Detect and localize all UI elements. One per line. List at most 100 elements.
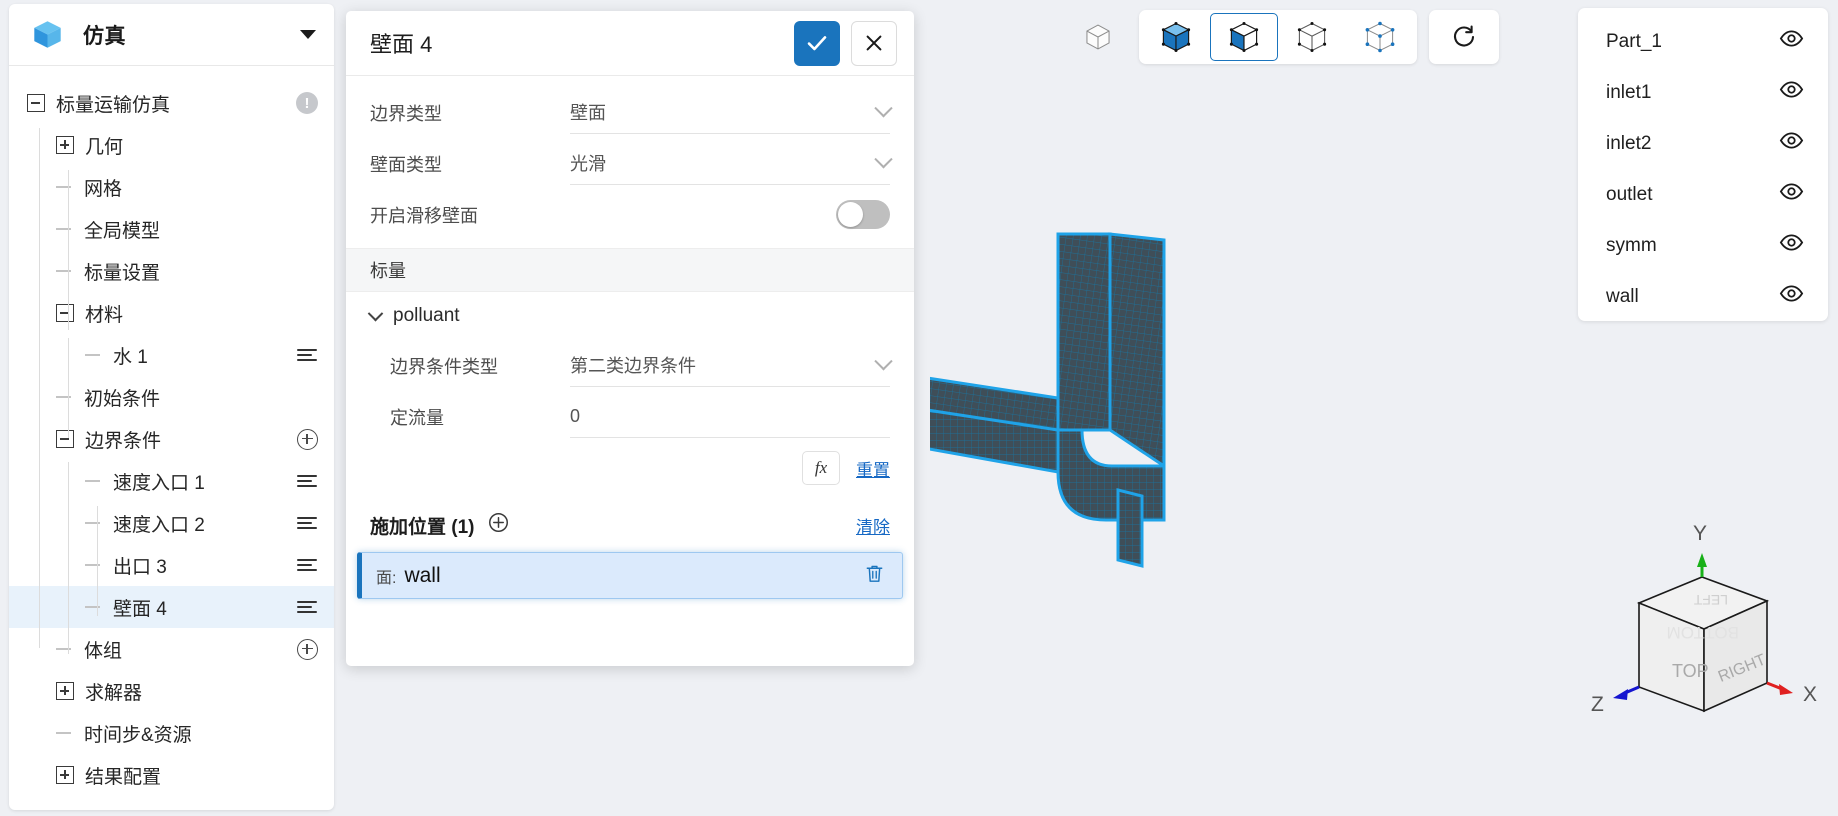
tree-item[interactable]: 体组	[9, 628, 334, 670]
close-button[interactable]	[851, 20, 897, 66]
reset-link[interactable]: 重置	[856, 456, 890, 481]
flux-input[interactable]: 0	[570, 396, 890, 438]
gizmo-face-left: LEFT	[1693, 592, 1728, 608]
gizmo-axis-y: Y	[1693, 522, 1707, 545]
part-list-label: inlet2	[1606, 132, 1652, 154]
field-label: 壁面类型	[370, 154, 442, 175]
apply-position-title: 施加位置 (1)	[370, 516, 475, 538]
chevron-down-icon	[367, 305, 384, 321]
tree-item[interactable]: 水 1	[9, 334, 334, 376]
formula-button[interactable]: fx	[802, 451, 840, 485]
close-icon	[866, 35, 882, 51]
tree-connector-line	[68, 338, 70, 438]
field-label: 定流量	[390, 407, 444, 428]
tree-item[interactable]: 结果配置	[9, 754, 334, 796]
tree-item-label: 标量设置	[84, 262, 161, 284]
bc-type-select[interactable]: 第二类边界条件	[570, 345, 893, 387]
tree-item-menu-icon[interactable]	[296, 512, 318, 534]
dialog-actions	[794, 20, 897, 66]
tree-item[interactable]: 速度入口 2	[9, 502, 334, 544]
warning-icon[interactable]	[296, 92, 318, 114]
orientation-gizmo[interactable]: TOP RIGHT LEFT BOTTOM Y X Z	[1577, 505, 1827, 735]
application-window: 仿真 标量运输仿真几何网格全局模型标量设置材料水 1 初始条件边界条件速度入口 1…	[0, 0, 1838, 816]
view-surface-icon[interactable]	[1210, 13, 1278, 61]
tree-item-add-icon[interactable]	[297, 638, 318, 660]
tree-item[interactable]: 边界条件	[9, 418, 334, 460]
field-row-bc-type: 边界条件类型 第二类边界条件	[346, 340, 914, 391]
view-points-icon[interactable]	[1346, 13, 1414, 61]
part-list-item[interactable]: wall	[1578, 271, 1828, 322]
field-row-slip-wall: 开启滑移壁面	[346, 189, 914, 240]
confirm-button[interactable]	[794, 20, 840, 66]
slip-wall-toggle[interactable]	[836, 200, 890, 229]
collapse-icon[interactable]	[56, 304, 74, 322]
boundary-condition-dialog: 壁面 4 边界类型 壁面 壁面类型 光滑 开启滑移壁面 标量 polluant …	[346, 11, 914, 666]
part-list-item[interactable]: Part_1	[1578, 16, 1828, 67]
field-value: 第二类边界条件	[570, 356, 696, 376]
wall-type-select[interactable]: 光滑	[570, 143, 893, 185]
tree-item-label: 材料	[85, 304, 124, 326]
delete-position-button[interactable]	[863, 562, 886, 590]
tree-item[interactable]: 时间步&资源	[9, 712, 334, 754]
eye-icon[interactable]	[1779, 77, 1804, 108]
tree-branch-line	[85, 354, 100, 356]
tree-item-menu-icon[interactable]	[296, 344, 318, 366]
tree-item[interactable]: 标量运输仿真	[9, 82, 334, 124]
tree-item-menu-icon[interactable]	[296, 554, 318, 576]
eye-icon[interactable]	[1779, 179, 1804, 210]
add-position-button[interactable]	[488, 512, 509, 538]
field-label: 边界条件类型	[390, 356, 498, 377]
tree-item-menu-icon[interactable]	[296, 470, 318, 492]
collapse-icon[interactable]	[27, 94, 45, 112]
tree-item-label: 初始条件	[84, 388, 161, 410]
tree-item[interactable]: 材料	[9, 292, 334, 334]
tree-item[interactable]: 几何	[9, 124, 334, 166]
part-list-item[interactable]: outlet	[1578, 169, 1828, 220]
tree-item[interactable]: 出口 3	[9, 544, 334, 586]
eye-icon[interactable]	[1779, 281, 1804, 312]
view-solid-icon[interactable]	[1142, 13, 1210, 61]
part-list-label: symm	[1606, 234, 1657, 256]
tree-item[interactable]: 标量设置	[9, 250, 334, 292]
tree-item-label: 出口 3	[113, 556, 167, 578]
field-value: 光滑	[570, 154, 606, 174]
expand-icon[interactable]	[56, 682, 74, 700]
tree-item[interactable]: 初始条件	[9, 376, 334, 418]
boundary-type-select[interactable]: 壁面	[570, 92, 893, 134]
tree-item-menu-icon[interactable]	[296, 596, 318, 618]
reset-view-icon[interactable]	[1429, 10, 1499, 64]
eye-icon[interactable]	[1779, 128, 1804, 159]
collapse-icon[interactable]	[56, 430, 74, 448]
tree-item-label: 速度入口 1	[113, 472, 205, 494]
scalar-section-header: 标量	[346, 248, 914, 292]
tree-item-label: 结果配置	[85, 766, 162, 788]
position-kind: 面:	[376, 569, 397, 587]
chevron-down-icon	[874, 98, 893, 117]
tree-item[interactable]: 壁面 4	[9, 586, 334, 628]
part-list-item[interactable]: inlet2	[1578, 118, 1828, 169]
tree-item-label: 体组	[84, 640, 123, 662]
expand-icon[interactable]	[56, 136, 74, 154]
tree-item-add-icon[interactable]	[297, 428, 318, 450]
tree-item[interactable]: 网格	[9, 166, 334, 208]
part-list-item[interactable]: symm	[1578, 220, 1828, 271]
tree-item[interactable]: 求解器	[9, 670, 334, 712]
field-row-boundary-type: 边界类型 壁面	[346, 87, 914, 138]
scalar-group-polluant[interactable]: polluant	[346, 292, 914, 340]
formula-row: fx 重置	[346, 442, 914, 490]
view-wireframe-icon[interactable]	[1278, 13, 1346, 61]
eye-icon[interactable]	[1779, 26, 1804, 57]
gizmo-axis-z: Z	[1591, 693, 1604, 716]
tree-item[interactable]: 速度入口 1	[9, 460, 334, 502]
eye-icon[interactable]	[1779, 230, 1804, 261]
chevron-down-icon[interactable]	[300, 30, 316, 39]
clear-positions-link[interactable]: 清除	[856, 513, 890, 538]
position-item[interactable]: 面: wall	[357, 552, 903, 599]
simulation-tree: 标量运输仿真几何网格全局模型标量设置材料水 1 初始条件边界条件速度入口 1 速度入…	[9, 66, 334, 810]
expand-icon[interactable]	[56, 766, 74, 784]
part-list-item[interactable]: inlet1	[1578, 67, 1828, 118]
trash-icon	[866, 565, 883, 582]
tree-item[interactable]: 全局模型	[9, 208, 334, 250]
fit-view-icon[interactable]	[1069, 11, 1127, 63]
gizmo-face-bottom: BOTTOM	[1667, 623, 1739, 642]
